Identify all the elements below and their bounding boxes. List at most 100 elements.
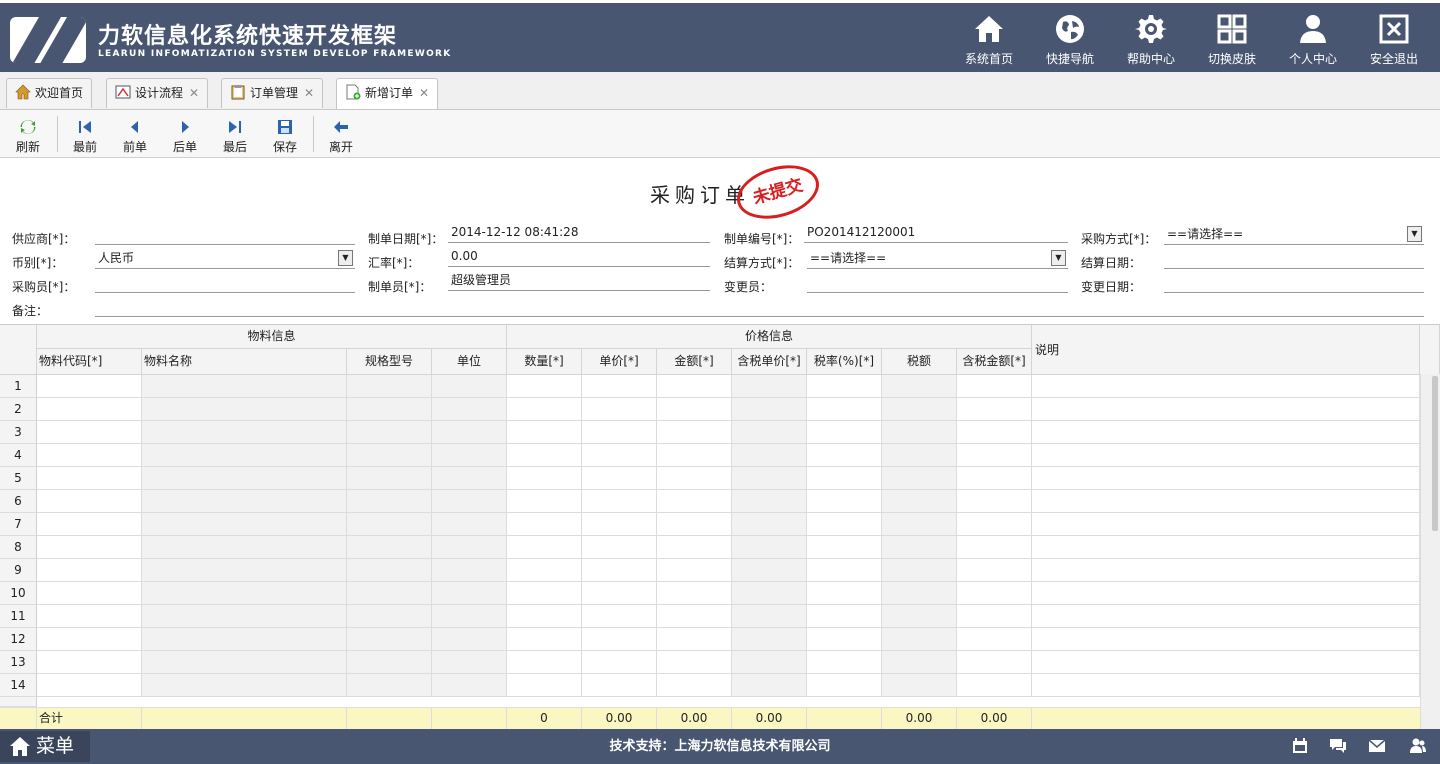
mail-icon[interactable] xyxy=(1368,737,1386,755)
grid-cell[interactable] xyxy=(347,536,432,559)
nav-skin-button[interactable]: 切换皮肤 xyxy=(1201,11,1263,69)
col-header-tax-rate[interactable]: 税率(%)[*] xyxy=(807,349,882,375)
grid-cell[interactable] xyxy=(507,421,582,444)
grid-cell[interactable] xyxy=(657,513,732,536)
grid-cell[interactable] xyxy=(657,559,732,582)
grid-cell[interactable] xyxy=(657,536,732,559)
grid-cell[interactable] xyxy=(347,628,432,651)
grid-cell[interactable] xyxy=(657,467,732,490)
grid-cell[interactable] xyxy=(347,398,432,421)
grid-cell[interactable] xyxy=(507,375,582,398)
grid-cell[interactable] xyxy=(882,398,957,421)
col-header-amount[interactable]: 金额[*] xyxy=(657,349,732,375)
grid-cell[interactable] xyxy=(657,398,732,421)
dropdown-arrow-icon[interactable]: ▼ xyxy=(1051,250,1066,266)
tab-welcome[interactable]: 欢迎首页 xyxy=(6,78,93,108)
settle-select[interactable]: ==请选择== ▼ xyxy=(807,249,1068,269)
grid-cell[interactable] xyxy=(1032,559,1420,582)
grid-cell[interactable] xyxy=(957,559,1032,582)
close-icon[interactable]: ✕ xyxy=(304,79,314,108)
grid-cell[interactable] xyxy=(732,628,807,651)
grid-cell[interactable] xyxy=(142,651,347,674)
grid-cell[interactable] xyxy=(347,467,432,490)
grid-cell[interactable] xyxy=(432,421,507,444)
grid-cell[interactable] xyxy=(142,490,347,513)
grid-cell[interactable] xyxy=(507,536,582,559)
grid-cell[interactable] xyxy=(957,536,1032,559)
grid-cell[interactable] xyxy=(582,651,657,674)
col-header-spec[interactable]: 规格型号 xyxy=(347,349,432,375)
grid-cell[interactable] xyxy=(432,467,507,490)
grid-cell[interactable] xyxy=(432,582,507,605)
grid-cell[interactable] xyxy=(37,444,142,467)
grid-cell[interactable] xyxy=(142,467,347,490)
grid-cell[interactable] xyxy=(882,467,957,490)
scrollbar-thumb[interactable] xyxy=(1432,376,1438,531)
grid-cell[interactable] xyxy=(582,559,657,582)
menu-button[interactable]: 菜单 xyxy=(0,731,90,762)
grid-cell[interactable] xyxy=(957,398,1032,421)
grid-cell[interactable] xyxy=(37,559,142,582)
col-header-remark[interactable]: 说明 xyxy=(1032,325,1420,375)
grid-cell[interactable] xyxy=(142,674,347,697)
grid-cell[interactable] xyxy=(732,375,807,398)
grid-cell[interactable] xyxy=(347,674,432,697)
date-input[interactable]: 2014-12-12 08:41:28 xyxy=(448,223,710,243)
grid-cell[interactable] xyxy=(142,628,347,651)
changer-input[interactable] xyxy=(807,273,1068,293)
grid-cell[interactable] xyxy=(657,628,732,651)
grid-cell[interactable] xyxy=(657,375,732,398)
grid-cell[interactable] xyxy=(657,490,732,513)
grid-cell[interactable] xyxy=(507,444,582,467)
grid-cell[interactable] xyxy=(807,559,882,582)
grid-cell[interactable] xyxy=(347,444,432,467)
close-icon[interactable]: ✕ xyxy=(189,79,199,108)
grid-cell[interactable] xyxy=(142,398,347,421)
save-button[interactable]: 保存 xyxy=(265,116,305,156)
grid-cell[interactable] xyxy=(37,421,142,444)
grid-cell[interactable] xyxy=(507,467,582,490)
grid-cell[interactable] xyxy=(807,513,882,536)
grid-cell[interactable] xyxy=(957,674,1032,697)
refresh-button[interactable]: 刷新 xyxy=(8,116,48,156)
nav-shortcut-button[interactable]: 快捷导航 xyxy=(1039,11,1101,69)
grid-cell[interactable] xyxy=(732,536,807,559)
grid-cell[interactable] xyxy=(882,444,957,467)
grid-cell[interactable] xyxy=(507,398,582,421)
grid-cell[interactable] xyxy=(732,467,807,490)
dropdown-arrow-icon[interactable]: ▼ xyxy=(338,250,353,266)
tab-design-flow[interactable]: 设计流程 ✕ xyxy=(106,78,209,108)
remark-input[interactable] xyxy=(95,297,1424,317)
grid-cell[interactable] xyxy=(142,536,347,559)
grid-cell[interactable] xyxy=(347,582,432,605)
grid-cell[interactable] xyxy=(432,444,507,467)
grid-cell[interactable] xyxy=(957,444,1032,467)
grid-cell[interactable] xyxy=(882,674,957,697)
grid-cell[interactable] xyxy=(582,490,657,513)
grid-cell[interactable] xyxy=(582,398,657,421)
grid-cell[interactable] xyxy=(807,674,882,697)
grid-cell[interactable] xyxy=(1032,513,1420,536)
col-header-material-name[interactable]: 物料名称 xyxy=(142,349,347,375)
grid-cell[interactable] xyxy=(37,605,142,628)
grid-cell[interactable] xyxy=(657,444,732,467)
nav-home-button[interactable]: 系统首页 xyxy=(958,11,1020,69)
grid-cell[interactable] xyxy=(807,536,882,559)
grid-cell[interactable] xyxy=(432,375,507,398)
grid-cell[interactable] xyxy=(432,628,507,651)
grid-cell[interactable] xyxy=(507,513,582,536)
settle-date-input[interactable] xyxy=(1164,249,1424,269)
grid-cell[interactable] xyxy=(732,398,807,421)
grid-cell[interactable] xyxy=(37,513,142,536)
grid-cell[interactable] xyxy=(142,559,347,582)
grid-cell[interactable] xyxy=(582,628,657,651)
tab-order-manage[interactable]: 订单管理 ✕ xyxy=(221,78,324,108)
grid-cell[interactable] xyxy=(507,490,582,513)
grid-cell[interactable] xyxy=(732,559,807,582)
grid-cell[interactable] xyxy=(882,513,957,536)
number-input[interactable]: PO201412120001 xyxy=(804,223,1068,243)
grid-cell[interactable] xyxy=(657,674,732,697)
col-header-tax[interactable]: 税额 xyxy=(882,349,957,375)
prev-button[interactable]: 前单 xyxy=(115,116,155,156)
grid-cell[interactable] xyxy=(957,467,1032,490)
